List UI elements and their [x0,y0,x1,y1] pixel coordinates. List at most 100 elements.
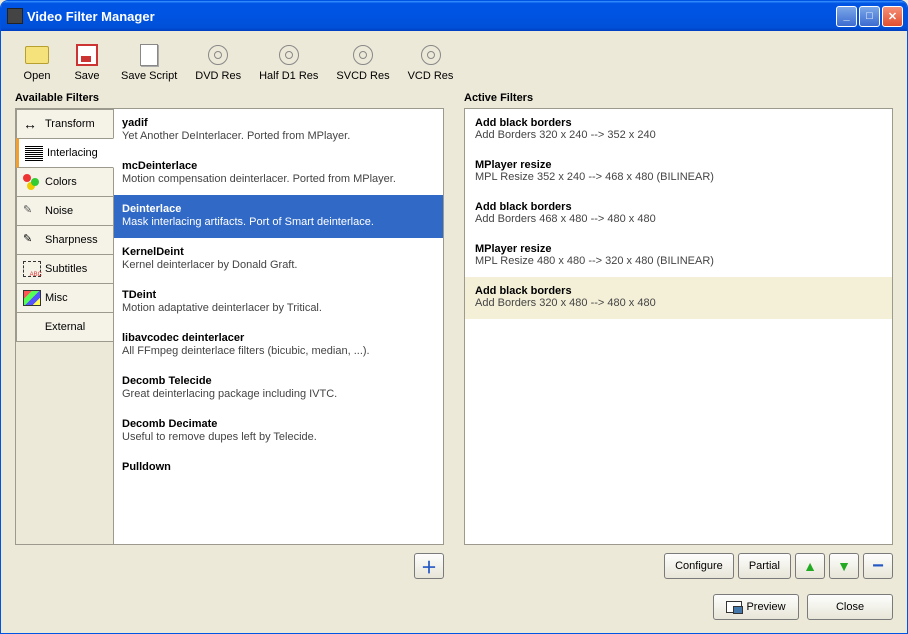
open-icon [25,43,49,67]
toolbar-label: Half D1 Res [259,70,318,82]
colors-icon [23,174,41,190]
move-down-button[interactable]: ▼ [829,553,859,579]
active-filter-desc: Add Borders 320 x 240 --> 352 x 240 [475,129,882,141]
filter-name: Deinterlace [122,203,435,215]
filter-desc: Useful to remove dupes left by Telecide. [122,431,435,443]
filter-list[interactable]: yadifYet Another DeInterlacer. Ported fr… [114,109,443,544]
transform-icon [23,116,41,132]
tab-interlacing[interactable]: Interlacing [16,138,114,168]
tab-subtitles[interactable]: Subtitles [16,254,113,284]
active-filter-item[interactable]: MPlayer resizeMPL Resize 480 x 480 --> 3… [465,235,892,277]
partial-button[interactable]: Partial [738,553,791,579]
active-filter-item[interactable]: Add black bordersAdd Borders 320 x 240 -… [465,109,892,151]
misc-icon [23,290,41,306]
toolbar-save-script[interactable]: Save Script [115,41,183,84]
filter-item[interactable]: DeinterlaceMask interlacing artifacts. P… [114,195,443,238]
active-filter-desc: MPL Resize 480 x 480 --> 320 x 480 (BILI… [475,255,882,267]
window-title: Video Filter Manager [27,9,834,24]
filter-name: Decomb Decimate [122,418,435,430]
noise-icon [23,203,41,219]
category-tabs: Transform Interlacing Colors Noise Sharpness… [16,109,114,544]
filter-item[interactable]: Decomb TelecideGreat deinterlacing packa… [114,367,443,410]
maximize-button[interactable]: □ [859,6,880,27]
preview-label: Preview [746,601,785,613]
minimize-button[interactable]: _ [836,6,857,27]
toolbar-label: DVD Res [195,70,241,82]
filter-desc: Kernel deinterlacer by Donald Graft. [122,259,435,271]
filter-item[interactable]: KernelDeintKernel deinterlacer by Donald… [114,238,443,281]
filter-name: KernelDeint [122,246,435,258]
available-filters-label: Available Filters [15,92,444,104]
preview-icon [726,601,742,613]
active-filter-name: Add black borders [475,117,882,129]
tab-colors[interactable]: Colors [16,167,113,197]
filter-desc: Motion compensation deinterlacer. Ported… [122,173,435,185]
tab-label: External [45,321,85,333]
preview-button[interactable]: Preview [713,594,799,620]
titlebar-close-button[interactable]: ✕ [882,6,903,27]
filter-name: Decomb Telecide [122,375,435,387]
active-filters-panel: Active Filters Add black bordersAdd Bord… [464,92,893,581]
filter-item[interactable]: yadifYet Another DeInterlacer. Ported fr… [114,109,443,152]
disc-icon [351,43,375,67]
filter-desc: Mask interlacing artifacts. Port of Smar… [122,216,435,228]
filter-desc: Motion adaptative deinterlacer by Tritic… [122,302,435,314]
active-filters-label: Active Filters [464,92,893,104]
tab-misc[interactable]: Misc [16,283,113,313]
toolbar-open[interactable]: Open [15,41,59,84]
arrow-up-icon: ▲ [803,558,817,574]
move-up-button[interactable]: ▲ [795,553,825,579]
filter-name: yadif [122,117,435,129]
tab-noise[interactable]: Noise [16,196,113,226]
toolbar-label: VCD Res [408,70,454,82]
active-filter-name: MPlayer resize [475,159,882,171]
active-filter-item[interactable]: MPlayer resizeMPL Resize 352 x 240 --> 4… [465,151,892,193]
tab-label: Transform [45,118,95,130]
filter-item[interactable]: libavcodec deinterlacerAll FFmpeg deinte… [114,324,443,367]
toolbar: Open Save Save Script DVD Res Half D1 Res SVC… [15,37,893,92]
toolbar-label: Save [74,70,99,82]
active-filter-item[interactable]: Add black bordersAdd Borders 468 x 480 -… [465,193,892,235]
app-window: Video Filter Manager _ □ ✕ Open Save Save … [0,0,908,634]
sharp-icon [23,232,41,248]
active-filter-name: MPlayer resize [475,243,882,255]
toolbar-dvd-res[interactable]: DVD Res [189,41,247,84]
filter-name: mcDeinterlace [122,160,435,172]
toolbar-label: SVCD Res [336,70,389,82]
add-filter-button[interactable]: ＋ [414,553,444,579]
close-label: Close [836,601,864,613]
active-filter-desc: MPL Resize 352 x 240 --> 468 x 480 (BILI… [475,171,882,183]
disc-icon [277,43,301,67]
disc-icon [419,43,443,67]
minus-icon: − [872,555,884,578]
configure-button[interactable]: Configure [664,553,734,579]
tab-label: Misc [45,292,68,304]
toolbar-svcd-res[interactable]: SVCD Res [330,41,395,84]
toolbar-vcd-res[interactable]: VCD Res [402,41,460,84]
app-icon [7,8,23,24]
active-filter-desc: Add Borders 320 x 480 --> 480 x 480 [475,297,882,309]
active-filter-list[interactable]: Add black bordersAdd Borders 320 x 240 -… [464,108,893,545]
toolbar-half-d1-res[interactable]: Half D1 Res [253,41,324,84]
active-filter-item[interactable]: Add black bordersAdd Borders 320 x 480 -… [465,277,892,319]
tab-sharpness[interactable]: Sharpness [16,225,113,255]
available-filters-panel: Available Filters Transform Interlacing Co… [15,92,444,581]
toolbar-save[interactable]: Save [65,41,109,84]
filter-item[interactable]: Pulldown [114,453,443,484]
close-button[interactable]: Close [807,594,893,620]
tab-transform[interactable]: Transform [16,109,113,139]
filter-desc: Great deinterlacing package including IV… [122,388,435,400]
tab-external[interactable]: External [16,312,113,342]
save-icon [75,43,99,67]
filter-item[interactable]: Decomb DecimateUseful to remove dupes le… [114,410,443,453]
titlebar[interactable]: Video Filter Manager _ □ ✕ [1,1,907,31]
disc-icon [206,43,230,67]
tab-label: Sharpness [45,234,98,246]
tab-label: Colors [45,176,77,188]
active-filter-name: Add black borders [475,201,882,213]
filter-item[interactable]: TDeintMotion adaptative deinterlacer by … [114,281,443,324]
filter-desc: All FFmpeg deinterlace filters (bicubic,… [122,345,435,357]
toolbar-label: Open [24,70,51,82]
remove-filter-button[interactable]: − [863,553,893,579]
filter-item[interactable]: mcDeinterlaceMotion compensation deinter… [114,152,443,195]
